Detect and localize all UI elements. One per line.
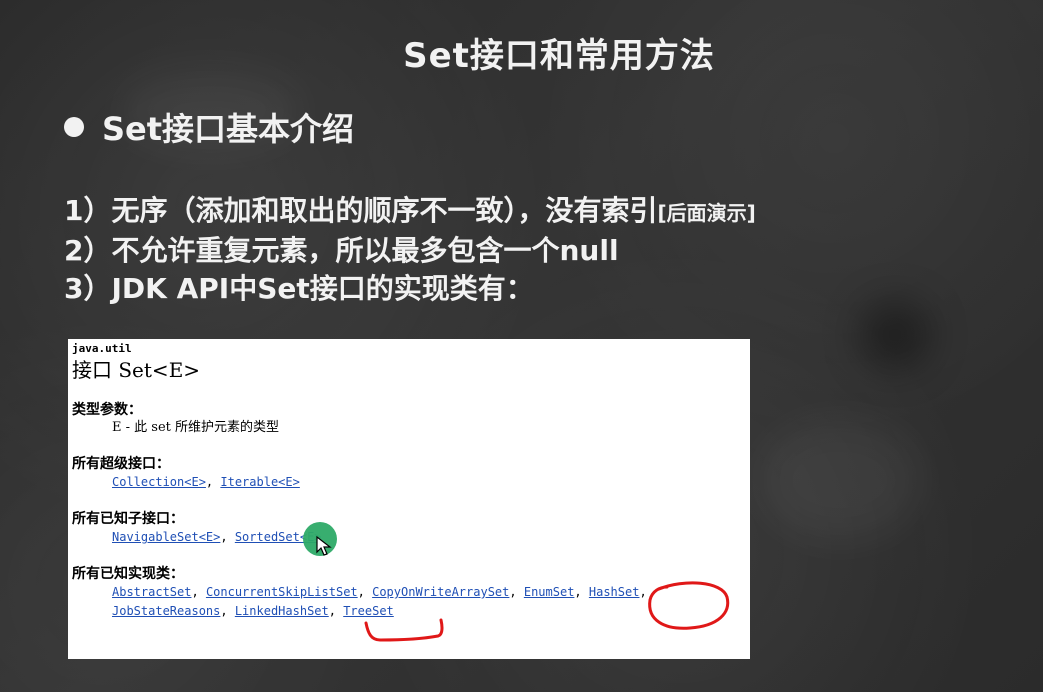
doc-sub-interfaces-label: 所有已知子接口： [72, 511, 184, 527]
doc-implementations-section: 所有已知实现类： AbstractSet, ConcurrentSkipList… [72, 565, 746, 621]
point-2-text: 2）不允许重复元素，所以最多包含一个null [64, 234, 619, 267]
separator: , [639, 585, 647, 599]
bullet-heading: Set接口基本介绍 [102, 110, 355, 148]
link-hashset[interactable]: HashSet [589, 585, 640, 599]
board-smudge-3 [760, 420, 920, 540]
point-1-text: 1）无序（添加和取出的顺序不一致），没有索引 [64, 194, 658, 227]
doc-interface-heading: 接口 Set<E> [72, 358, 201, 382]
board-smudge-1 [860, 300, 930, 370]
doc-sub-interfaces-section: 所有已知子接口： NavigableSet<E>, SortedSet<E> [72, 510, 746, 547]
doc-implementations-label: 所有已知实现类： [72, 566, 184, 582]
api-doc-panel: java.util 接口 Set<E> 类型参数： E - 此 set 所维护元… [68, 339, 750, 659]
doc-package: java.util [72, 342, 132, 355]
link-concurrentskiplistset[interactable]: ConcurrentSkipListSet [206, 585, 358, 599]
link-abstractset[interactable]: AbstractSet [112, 585, 191, 599]
link-linkedhashset[interactable]: LinkedHashSet [235, 604, 329, 618]
link-copyonwritearrayset[interactable]: CopyOnWriteArraySet [372, 585, 509, 599]
bullet-heading-row: Set接口基本介绍 [64, 104, 354, 150]
doc-super-interfaces-section: 所有超级接口： Collection<E>, Iterable<E> [72, 455, 746, 492]
link-navigableset[interactable]: NavigableSet<E> [112, 530, 220, 544]
doc-sub-interfaces-list: NavigableSet<E>, SortedSet<E> [112, 528, 746, 547]
point-item-1: 1）无序（添加和取出的顺序不一致），没有索引[后面演示] [64, 192, 756, 232]
doc-type-params-text: E - 此 set 所维护元素的类型 [112, 420, 280, 435]
separator: , [220, 604, 235, 618]
bullet-dot-icon [64, 117, 84, 137]
link-collection[interactable]: Collection<E> [112, 475, 206, 489]
separator: , [574, 585, 589, 599]
separator: , [191, 585, 206, 599]
point-item-2: 2）不允许重复元素，所以最多包含一个null [64, 232, 756, 270]
doc-super-interfaces-list: Collection<E>, Iterable<E> [112, 473, 746, 492]
separator: , [328, 604, 344, 618]
separator: , [220, 530, 235, 544]
doc-super-interfaces-label: 所有超级接口： [72, 456, 170, 472]
doc-type-params-section: 类型参数： E - 此 set 所维护元素的类型 [72, 401, 746, 437]
link-treeset[interactable]: TreeSet [343, 604, 394, 618]
separator: , [205, 475, 221, 489]
doc-type-params-label: 类型参数： [72, 402, 142, 418]
point-3-text: 3）JDK API中Set接口的实现类有： [64, 272, 534, 305]
doc-implementations-row-1: AbstractSet, ConcurrentSkipListSet, Copy… [112, 583, 746, 602]
point-1-note: [后面演示] [657, 201, 756, 225]
separator: , [509, 585, 524, 599]
points-list: 1）无序（添加和取出的顺序不一致），没有索引[后面演示] 2）不允许重复元素，所… [64, 192, 756, 308]
separator: , [357, 585, 373, 599]
point-item-3: 3）JDK API中Set接口的实现类有： [64, 270, 756, 308]
link-enumset[interactable]: EnumSet [524, 585, 575, 599]
link-iterable[interactable]: Iterable<E> [220, 475, 299, 489]
doc-implementations-row-2: JobStateReasons, LinkedHashSet, TreeSet [112, 602, 746, 621]
slide-title: Set接口和常用方法 [403, 36, 715, 76]
link-jobstatereasons[interactable]: JobStateReasons [112, 604, 220, 618]
cursor-arrow-icon [316, 536, 332, 556]
